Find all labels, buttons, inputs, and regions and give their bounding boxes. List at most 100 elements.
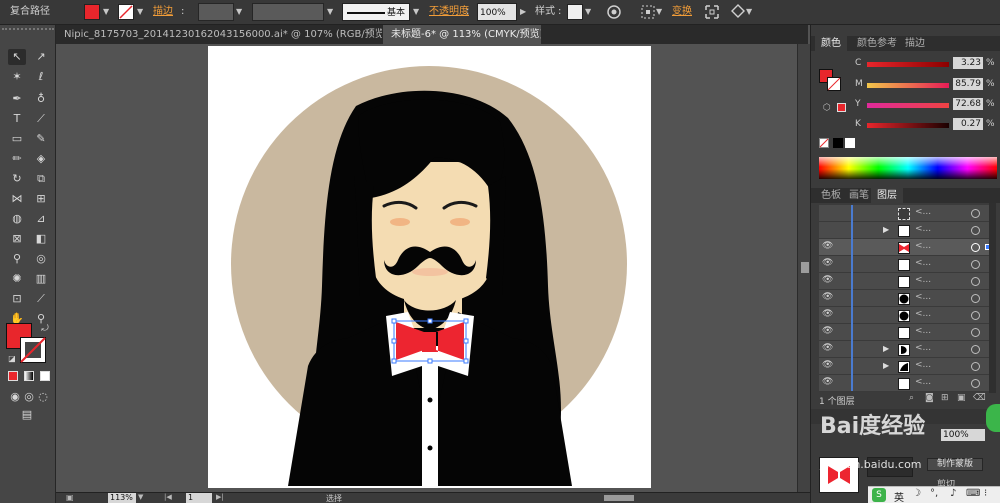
visibility-eye-icon[interactable]: 👁 [822, 326, 833, 336]
fill-swatch[interactable] [84, 4, 100, 22]
panel-stroke-swatch[interactable] [827, 77, 841, 91]
stroke-swatch[interactable] [118, 4, 134, 22]
isolate-icon[interactable] [704, 4, 720, 22]
layer-row[interactable]: 👁 ▶ <... [819, 341, 996, 358]
transparency-opacity-input[interactable]: 100% [941, 429, 985, 441]
visibility-eye-icon[interactable]: 👁 [822, 309, 833, 319]
target-circle-icon[interactable] [971, 345, 980, 354]
menu-icon[interactable]: ⁝ [984, 488, 987, 499]
target-circle-icon[interactable] [971, 226, 980, 235]
yellow-slider[interactable] [867, 103, 949, 108]
visibility-eye-icon[interactable]: 👁 [822, 343, 833, 353]
chevron-down-icon[interactable]: ▼ [137, 3, 143, 21]
chevron-down-icon[interactable]: ▼ [585, 3, 591, 21]
visibility-eye-icon[interactable]: 👁 [822, 377, 833, 387]
target-circle-icon[interactable] [971, 362, 980, 371]
magenta-slider[interactable] [867, 83, 949, 88]
arrange-icon[interactable] [730, 4, 746, 22]
color-spectrum[interactable] [819, 157, 997, 179]
shirt-button[interactable] [427, 445, 433, 451]
column-graph-tool-icon[interactable]: ▥ [32, 271, 50, 287]
rectangle-tool-icon[interactable]: ▭ [8, 131, 26, 147]
new-layer-icon[interactable]: ▣ [957, 393, 966, 403]
lasso-tool-icon[interactable]: ℓ [32, 69, 50, 85]
floating-badge[interactable] [986, 404, 1000, 432]
magenta-value-input[interactable]: 85.79 [953, 78, 983, 90]
chevron-down-icon[interactable]: ▼ [656, 3, 662, 21]
target-circle-icon[interactable] [971, 243, 980, 252]
eyedropper-tool-icon[interactable]: ⚲ [8, 251, 26, 267]
tab-color[interactable]: 颜色 [815, 36, 847, 51]
tab-document-1[interactable]: Nipic_8175703_20141230162043156000.ai* @… [56, 25, 382, 44]
right-blush[interactable] [450, 218, 470, 226]
graphic-style-swatch[interactable] [567, 4, 583, 20]
left-blush[interactable] [390, 218, 410, 226]
cyan-value-input[interactable]: 3.23 [953, 57, 983, 69]
chevron-down-icon[interactable]: ▼ [138, 493, 143, 501]
make-mask-button[interactable]: 制作蒙版 [927, 458, 983, 471]
opacity-label[interactable]: 不透明度 [429, 3, 469, 21]
white-swatch[interactable] [845, 138, 855, 148]
target-circle-icon[interactable] [971, 328, 980, 337]
blend-tool-icon[interactable]: ◎ [32, 251, 50, 267]
visibility-eye-icon[interactable]: 👁 [822, 292, 833, 302]
vertical-scrollbar-thumb[interactable] [801, 262, 809, 273]
free-transform-tool-icon[interactable]: ⊞ [32, 191, 50, 207]
screen-mode-icon[interactable]: ▤ [18, 407, 36, 423]
opacity-input[interactable]: 100% [477, 3, 517, 21]
cube-icon[interactable]: ⬡ [823, 103, 831, 113]
swap-fill-stroke-icon[interactable]: ⤾ [36, 321, 54, 337]
magic-wand-tool-icon[interactable]: ✶ [8, 69, 26, 85]
black-swatch[interactable] [833, 138, 843, 148]
layer-row[interactable]: 👁 ▶ <... [819, 358, 996, 375]
chevron-down-icon[interactable]: ▼ [103, 3, 109, 21]
color-mode-icon[interactable] [8, 371, 18, 381]
chevron-down-icon[interactable]: ▼ [236, 3, 242, 21]
symbol-sprayer-tool-icon[interactable]: ✺ [8, 271, 26, 287]
pencil-tool-icon[interactable]: ✏ [8, 151, 26, 167]
mesh-tool-icon[interactable]: ⊠ [8, 231, 26, 247]
layer-row[interactable]: 👁 <... [819, 307, 996, 324]
target-circle-icon[interactable] [971, 209, 980, 218]
slice-tool-icon[interactable]: ⟋ [32, 291, 50, 307]
align-icon[interactable] [640, 4, 656, 22]
zoom-input[interactable]: 113% [108, 493, 136, 503]
tab-document-2[interactable]: 未标题-6* @ 113% (CMYK/预览) × [383, 25, 541, 44]
width-tool-icon[interactable]: ⋈ [8, 191, 26, 207]
visibility-eye-icon[interactable]: 👁 [822, 241, 833, 251]
layer-row[interactable]: 👁 <... [819, 239, 996, 256]
curvature-tool-icon[interactable]: ♁ [32, 91, 50, 107]
rotate-tool-icon[interactable]: ↻ [8, 171, 26, 187]
chevron-down-icon[interactable]: ▼ [746, 3, 752, 21]
none-swatch[interactable] [819, 138, 829, 148]
target-circle-icon[interactable] [971, 294, 980, 303]
layer-row[interactable]: 👁 <... [819, 273, 996, 290]
toolbar-grip[interactable] [2, 28, 54, 32]
artboard[interactable] [208, 46, 651, 488]
paintbrush-tool-icon[interactable]: ✎ [32, 131, 50, 147]
layer-row[interactable]: 👁 <... [819, 290, 996, 307]
visibility-eye-icon[interactable]: 👁 [822, 258, 833, 268]
layers-scrollbar[interactable] [989, 203, 996, 393]
layer-row[interactable]: <... [819, 205, 996, 222]
tab-stroke[interactable]: 描边 [899, 36, 931, 51]
page-input[interactable]: 1 [186, 493, 212, 503]
brush-dropdown[interactable]: 基本 [342, 3, 410, 21]
stroke-color-box[interactable] [20, 337, 46, 363]
make-clip-mask-icon[interactable]: ◙ [925, 393, 934, 403]
target-circle-icon[interactable] [971, 277, 980, 286]
layer-row[interactable]: 👁 <... [819, 324, 996, 341]
yellow-value-input[interactable]: 72.68 [953, 98, 983, 110]
visibility-eye-icon[interactable]: 👁 [822, 275, 833, 285]
target-circle-icon[interactable] [971, 260, 980, 269]
layer-row[interactable]: 👁 <... [819, 375, 996, 392]
default-colors-icon[interactable]: ◪ [3, 351, 21, 367]
tab-color-guide[interactable]: 颜色参考 [851, 36, 903, 51]
microphone-icon[interactable]: ♪ [950, 488, 956, 499]
gradient-tool-icon[interactable]: ◧ [32, 231, 50, 247]
visibility-eye-icon[interactable]: 👁 [822, 360, 833, 370]
eraser-tool-icon[interactable]: ◈ [32, 151, 50, 167]
transform-label[interactable]: 变换 [672, 3, 692, 21]
variable-width-dropdown[interactable] [252, 3, 324, 21]
none-mode-icon[interactable] [40, 371, 50, 381]
